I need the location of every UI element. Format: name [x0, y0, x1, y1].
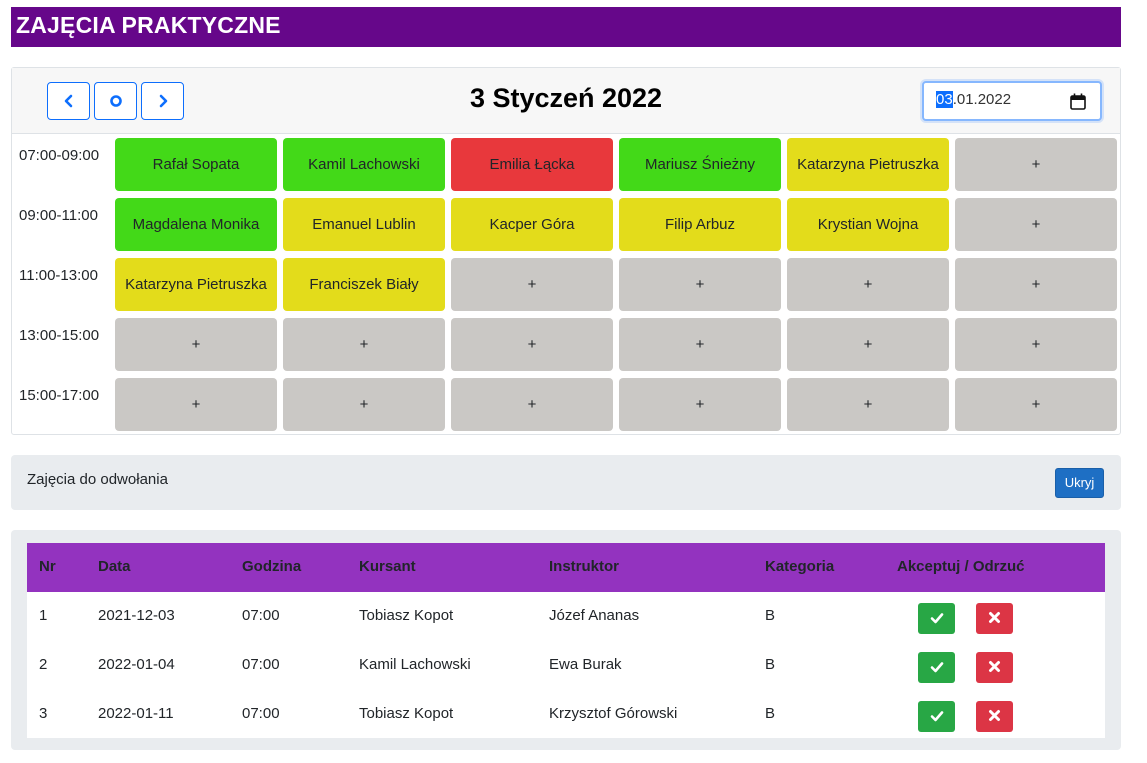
add-lesson-slot[interactable]: + — [955, 138, 1117, 191]
lesson-slot[interactable]: Filip Arbuz — [619, 198, 781, 251]
time-slot-label: 11:00-13:00 — [19, 267, 98, 284]
time-slot-label: 07:00-09:00 — [19, 147, 100, 164]
add-lesson-slot[interactable]: + — [619, 318, 781, 371]
add-lesson-slot[interactable]: + — [283, 378, 445, 431]
lesson-slot[interactable]: Krystian Wojna — [787, 198, 949, 251]
date-rest-segment: .01.2022 — [952, 91, 1012, 108]
add-lesson-slot[interactable]: + — [619, 258, 781, 311]
header-kursant: Kursant — [359, 558, 416, 575]
cell-nr: 3 — [39, 705, 48, 722]
cell-kategoria: B — [765, 705, 776, 722]
time-slot-label: 13:00-15:00 — [19, 327, 100, 344]
cancellations-label: Zajęcia do odwołania — [27, 471, 168, 488]
add-lesson-slot[interactable]: + — [619, 378, 781, 431]
time-slot-label: 15:00-17:00 — [19, 387, 100, 404]
lesson-slot[interactable]: Magdalena Monika — [115, 198, 277, 251]
cell-kursant: Kamil Lachowski — [359, 656, 471, 673]
add-lesson-slot[interactable]: + — [115, 318, 277, 371]
calendar-card: 3 Styczeń 2022 03.01.2022 07:00-09:00 09:… — [11, 67, 1121, 435]
add-lesson-slot[interactable]: + — [787, 378, 949, 431]
add-lesson-slot[interactable]: + — [955, 318, 1117, 371]
header-data: Data — [98, 558, 131, 575]
header-nr: Nr — [39, 558, 56, 575]
lesson-slot[interactable]: Franciszek Biały — [283, 258, 445, 311]
cell-kategoria: B — [765, 656, 776, 673]
add-lesson-slot[interactable]: + — [955, 378, 1117, 431]
lesson-slot[interactable]: Emanuel Lublin — [283, 198, 445, 251]
lesson-slot[interactable]: Emilia Łącka — [451, 138, 613, 191]
time-slot-label: 09:00-11:00 — [19, 207, 98, 224]
cell-data: 2022-01-04 — [98, 656, 175, 673]
cell-godzina: 07:00 — [242, 705, 280, 722]
reject-button[interactable] — [976, 603, 1013, 634]
add-lesson-slot[interactable]: + — [451, 318, 613, 371]
table-header: Nr Data Godzina Kursant Instruktor Kateg… — [27, 543, 1105, 592]
add-lesson-slot[interactable]: + — [115, 378, 277, 431]
calendar-icon[interactable] — [1070, 93, 1086, 110]
cancellations-table-card: Nr Data Godzina Kursant Instruktor Kateg… — [11, 530, 1121, 750]
add-lesson-slot[interactable]: + — [955, 198, 1117, 251]
lesson-slot[interactable]: Katarzyna Pietruszka — [787, 138, 949, 191]
lesson-slot[interactable]: Kamil Lachowski — [283, 138, 445, 191]
calendar-header: 3 Styczeń 2022 03.01.2022 — [12, 68, 1120, 134]
check-icon — [930, 613, 943, 624]
cell-kursant: Tobiasz Kopot — [359, 607, 454, 624]
cell-nr: 1 — [39, 607, 48, 624]
cell-kursant: Tobiasz Kopot — [359, 705, 454, 722]
check-icon — [930, 662, 943, 673]
cell-godzina: 07:00 — [242, 607, 280, 624]
reject-button[interactable] — [976, 701, 1013, 732]
lesson-slot[interactable]: Katarzyna Pietruszka — [115, 258, 277, 311]
lesson-slot[interactable]: Kacper Góra — [451, 198, 613, 251]
add-lesson-slot[interactable]: + — [451, 378, 613, 431]
add-lesson-slot[interactable]: + — [283, 318, 445, 371]
cell-instruktor: Krzysztof Górowski — [549, 705, 678, 722]
lesson-slot[interactable]: Mariusz Śnieżny — [619, 138, 781, 191]
reject-button[interactable] — [976, 652, 1013, 683]
cell-instruktor: Józef Ananas — [549, 607, 640, 624]
cell-data: 2021-12-03 — [98, 607, 175, 624]
cancellations-table: Nr Data Godzina Kursant Instruktor Kateg… — [27, 543, 1105, 738]
x-icon — [989, 612, 1000, 623]
cell-nr: 2 — [39, 656, 48, 673]
date-day-segment[interactable]: 03 — [936, 91, 953, 108]
accept-button[interactable] — [918, 652, 955, 683]
cell-data: 2022-01-11 — [98, 705, 174, 722]
check-icon — [930, 711, 943, 722]
cancellations-bar: Zajęcia do odwołania Ukryj — [11, 455, 1121, 510]
add-lesson-slot[interactable]: + — [787, 318, 949, 371]
cell-godzina: 07:00 — [242, 656, 280, 673]
add-lesson-slot[interactable]: + — [787, 258, 949, 311]
date-picker-input[interactable]: 03.01.2022 — [922, 81, 1102, 121]
header-godzina: Godzina — [242, 558, 302, 575]
x-icon — [989, 710, 1000, 721]
cell-instruktor: Ewa Burak — [549, 656, 622, 673]
header-instruktor: Instruktor — [549, 558, 620, 575]
accept-button[interactable] — [918, 701, 955, 732]
cell-kategoria: B — [765, 607, 776, 624]
add-lesson-slot[interactable]: + — [955, 258, 1117, 311]
hide-button[interactable]: Ukryj — [1055, 468, 1104, 498]
lesson-slot[interactable]: Rafał Sopata — [115, 138, 277, 191]
add-lesson-slot[interactable]: + — [451, 258, 613, 311]
header-actions: Akceptuj / Odrzuć — [897, 558, 1025, 575]
x-icon — [989, 661, 1000, 672]
header-kategoria: Kategoria — [765, 558, 835, 575]
accept-button[interactable] — [918, 603, 955, 634]
page-title: ZAJĘCIA PRAKTYCZNE — [11, 7, 1121, 47]
